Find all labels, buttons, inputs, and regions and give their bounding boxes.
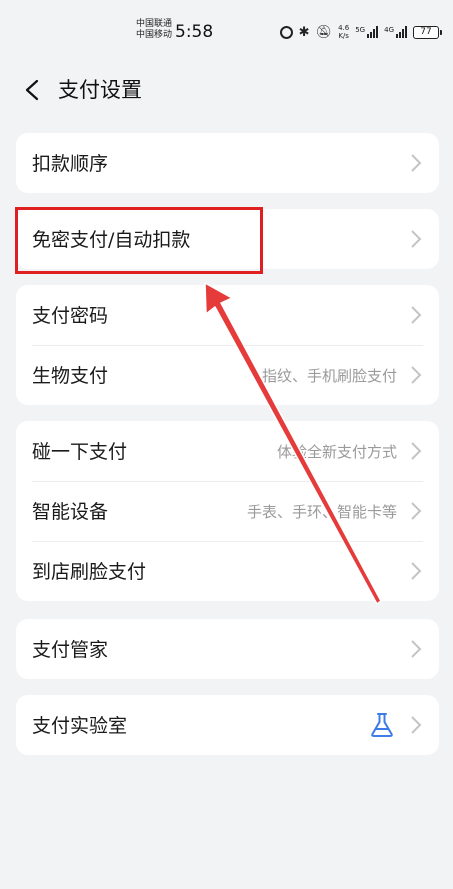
chevron-right-icon xyxy=(411,640,422,658)
signal-sim1-icon: 5G xyxy=(355,26,379,38)
row-biometric-payment[interactable]: 生物支付 指纹、手机刷脸支付 xyxy=(16,345,439,405)
status-icons: ✱ 🔕︎ 4.6 K/s 5G 4G 77 xyxy=(279,22,442,42)
chevron-right-icon xyxy=(411,442,422,460)
carrier-2: 中国移动 xyxy=(136,30,173,40)
annotation-highlight-box xyxy=(15,207,263,274)
row-label: 到店刷脸支付 xyxy=(32,561,147,583)
chevron-right-icon xyxy=(411,366,422,384)
section-card: 支付管家 xyxy=(16,619,439,679)
section-card: 碰一下支付 体验全新支付方式 智能设备 手表、手环、智能卡等 到店刷脸支付 xyxy=(16,421,439,601)
network-speed: 4.6 K/s xyxy=(338,24,350,40)
row-label: 扣款顺序 xyxy=(32,153,109,175)
chevron-right-icon xyxy=(411,154,422,172)
page-header: 支付设置 xyxy=(0,62,453,118)
row-label: 支付管家 xyxy=(32,639,109,661)
row-value: 手表、手环、智能卡等 xyxy=(246,503,397,521)
clock: 5:58 xyxy=(175,22,214,42)
status-bar: 中国联通 中国移动 5:58 ✱ 🔕︎ 4.6 K/s 5G 4G 77 xyxy=(0,0,453,62)
section-card: 支付实验室 xyxy=(16,695,439,755)
row-payment-password[interactable]: 支付密码 xyxy=(16,285,439,345)
row-payment-manager[interactable]: 支付管家 xyxy=(16,619,439,679)
mute-icon: 🔕︎ xyxy=(315,24,333,40)
chevron-right-icon xyxy=(411,306,422,324)
section-card: 支付密码 生物支付 指纹、手机刷脸支付 xyxy=(16,285,439,405)
row-value: 指纹、手机刷脸支付 xyxy=(261,367,397,385)
chevron-right-icon xyxy=(411,230,422,248)
signal-sim2-icon: 4G xyxy=(384,26,407,38)
page-title: 支付设置 xyxy=(58,78,142,102)
section-card: 扣款顺序 xyxy=(16,133,439,193)
carrier-1: 中国联通 xyxy=(136,19,173,29)
row-label: 生物支付 xyxy=(32,365,109,387)
row-in-store-face-payment[interactable]: 到店刷脸支付 xyxy=(16,541,439,601)
row-value: 体验全新支付方式 xyxy=(276,443,397,461)
row-debit-order[interactable]: 扣款顺序 xyxy=(16,133,439,193)
row-tap-to-pay[interactable]: 碰一下支付 体验全新支付方式 xyxy=(16,421,439,481)
carrier-labels: 中国联通 中国移动 xyxy=(136,19,172,41)
flask-icon xyxy=(371,713,393,737)
back-arrow-icon[interactable] xyxy=(22,78,46,102)
row-label: 支付实验室 xyxy=(32,715,128,737)
chevron-right-icon xyxy=(411,716,422,734)
row-label: 支付密码 xyxy=(32,305,109,327)
row-smart-devices[interactable]: 智能设备 手表、手环、智能卡等 xyxy=(16,481,439,541)
row-label: 智能设备 xyxy=(32,501,109,523)
battery-icon: 77 xyxy=(413,25,442,39)
chevron-right-icon xyxy=(411,562,422,580)
bluetooth-icon: ✱ xyxy=(298,24,310,40)
row-label: 碰一下支付 xyxy=(32,441,128,463)
alarm-icon xyxy=(279,25,293,39)
chevron-right-icon xyxy=(411,502,422,520)
row-payment-lab[interactable]: 支付实验室 xyxy=(16,695,439,755)
